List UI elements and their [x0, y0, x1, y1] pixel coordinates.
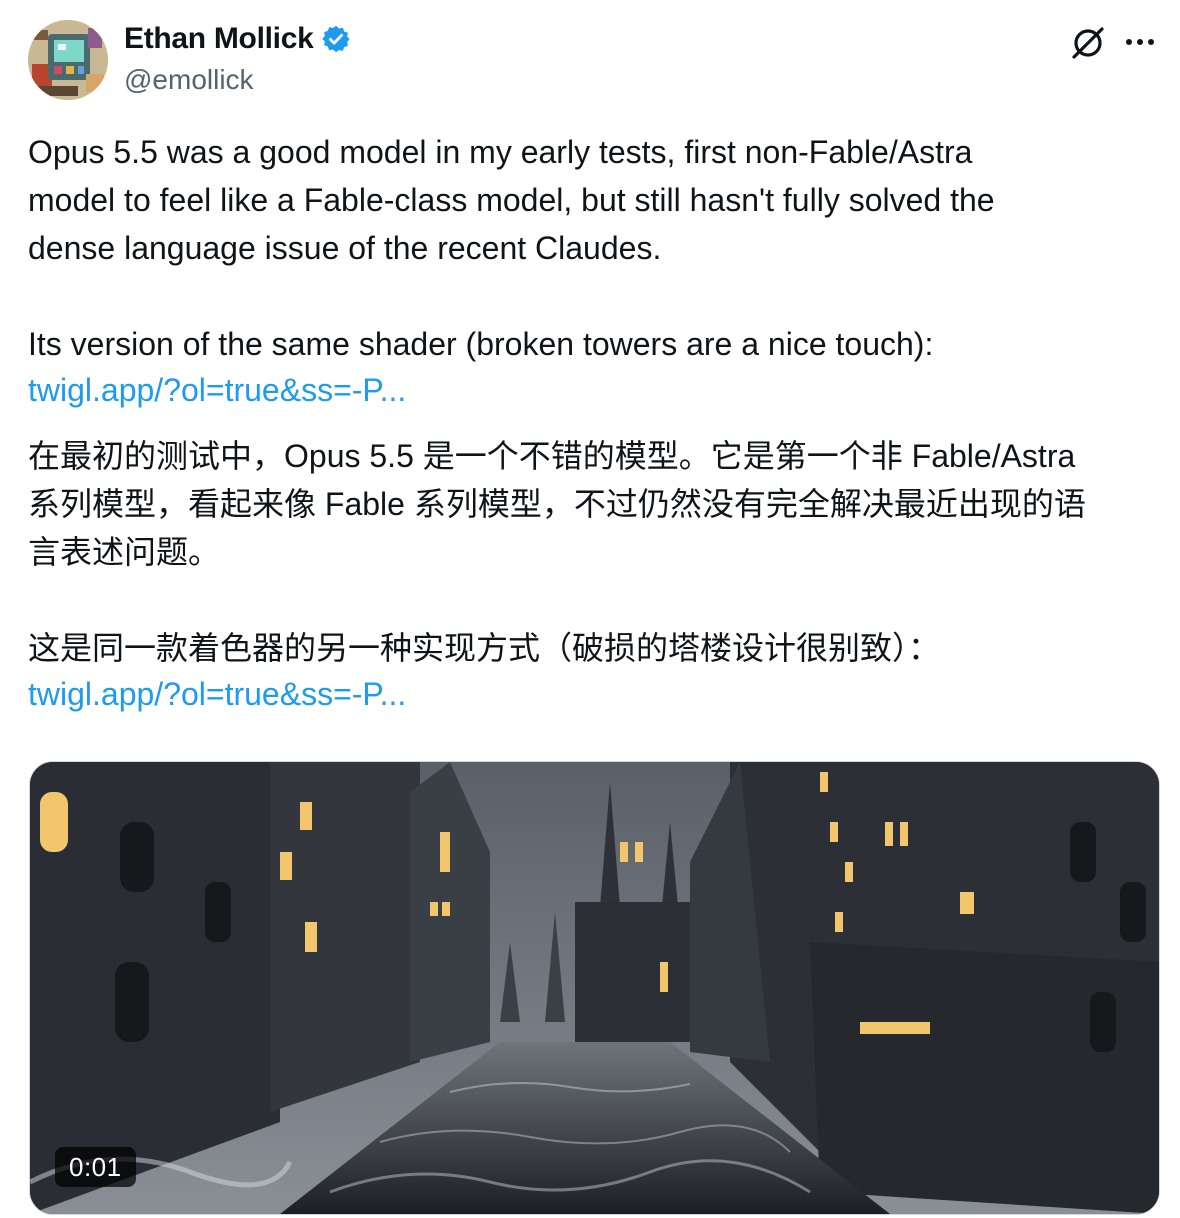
translation-paragraph-1: 在最初的测试中，Opus 5.5 是一个不错的模型。它是第一个非 Fable/A…	[28, 438, 1086, 570]
translation-link[interactable]: twigl.app/?ol=true&ss=-P...	[28, 676, 406, 713]
avatar[interactable]	[28, 20, 108, 100]
more-icon[interactable]	[1122, 22, 1158, 62]
tweet-link-1[interactable]: twigl.app/?ol=true&ss=-P...	[28, 372, 406, 409]
translation-paragraph-2: 这是同一款着色器的另一种实现方式（破损的塔楼设计很别致）：	[28, 630, 941, 666]
author-display-name[interactable]: Ethan Mollick	[124, 22, 314, 56]
video-duration-badge: 0:01	[55, 1147, 136, 1187]
verified-badge-icon	[321, 24, 351, 54]
tweet-paragraph-1: Opus 5.5 was a good model in my early te…	[28, 134, 995, 266]
author-handle[interactable]: @emollick	[124, 64, 254, 96]
grok-icon[interactable]	[1068, 22, 1108, 62]
author-name-row: Ethan Mollick	[124, 22, 351, 56]
video-thumbnail	[30, 762, 1159, 1214]
video-player[interactable]	[29, 761, 1160, 1215]
pixel-art-avatar-icon	[28, 20, 108, 100]
tweet-paragraph-2: Its version of the same shader (broken t…	[28, 326, 934, 362]
